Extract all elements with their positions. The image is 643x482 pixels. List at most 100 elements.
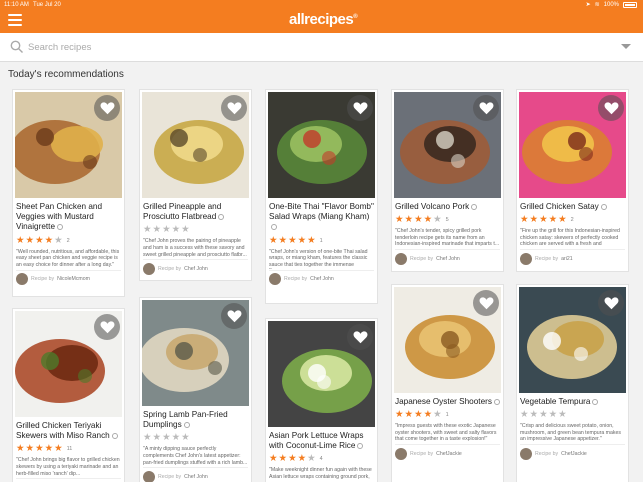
- recipe-card[interactable]: Grilled Chicken Satay ★ ★ ★ ★ ★ 2 "Fire up th…: [516, 89, 629, 272]
- star-icon: ★: [16, 443, 25, 455]
- photo-count-icon: [592, 398, 599, 405]
- photo-count-icon: [218, 214, 225, 221]
- avatar: [395, 447, 407, 460]
- star-icon: ★: [423, 409, 433, 421]
- rating-stars: ★ ★ ★ ★ ★: [143, 225, 190, 235]
- star-icon: ★: [162, 432, 171, 444]
- recipe-card[interactable]: Grilled Chicken Teriyaki Skewers with Mi…: [12, 308, 125, 482]
- recipe-byline[interactable]: Recipe by ChefJackie: [520, 444, 625, 460]
- author-name: Chef John: [436, 255, 460, 262]
- star-icon: ★: [558, 409, 567, 421]
- favorite-button[interactable]: [221, 95, 247, 121]
- menu-button[interactable]: [8, 14, 22, 26]
- heart-icon: [479, 297, 493, 310]
- photo-count-icon: [471, 203, 478, 210]
- author-name: Chef John: [310, 276, 334, 283]
- rating-stars: ★ ★ ★ ★ ★: [143, 433, 190, 443]
- recipe-card[interactable]: Grilled Pineapple and Prosciutto Flatbre…: [139, 89, 252, 281]
- search-input[interactable]: [28, 39, 588, 56]
- author-name: ChefJackie: [561, 450, 587, 457]
- star-icon: ★: [520, 214, 529, 226]
- favorite-button[interactable]: [598, 290, 624, 316]
- recipe-card[interactable]: Spring Lamb Pan-Fried Dumplings ★ ★ ★ ★ ★ "A…: [139, 297, 252, 482]
- favorite-button[interactable]: [94, 314, 120, 340]
- recipe-card[interactable]: One-Bite Thai "Flavor Bomb" Salad Wraps …: [265, 89, 378, 304]
- recipe-card[interactable]: Vegetable Tempura ★ ★ ★ ★ ★ "Crisp and delic…: [516, 284, 629, 482]
- star-icon: ★: [297, 234, 307, 246]
- star-icon: ★: [54, 234, 63, 246]
- recipe-title[interactable]: Grilled Chicken Satay: [520, 202, 625, 212]
- star-icon: ★: [181, 224, 190, 236]
- recipe-byline[interactable]: Recipe by Chef John: [395, 249, 500, 265]
- recipe-card[interactable]: Grilled Volcano Pork ★ ★ ★ ★ ★ 5 "Chef John's…: [391, 89, 504, 272]
- favorite-button[interactable]: [221, 303, 247, 329]
- recipe-byline[interactable]: Recipe by ari21: [520, 249, 625, 265]
- recipe-title[interactable]: Vegetable Tempura: [520, 397, 625, 407]
- location-icon: ➤: [585, 2, 591, 8]
- recipe-description: "Make weeknight dinner fun again with th…: [269, 467, 372, 480]
- recipe-title[interactable]: One-Bite Thai "Flavor Bomb" Salad Wraps …: [269, 202, 374, 233]
- star-icon: ★: [152, 224, 162, 236]
- recipe-title[interactable]: Spring Lamb Pan-Fried Dumplings: [143, 410, 248, 430]
- recipe-title[interactable]: Asian Pork Lettuce Wraps with Coconut-Li…: [269, 431, 374, 451]
- star-icon: ★: [307, 453, 316, 465]
- favorite-button[interactable]: [473, 290, 499, 316]
- chevron-down-icon[interactable]: [621, 44, 631, 49]
- recipe-card[interactable]: Asian Pork Lettuce Wraps with Coconut-Li…: [265, 318, 378, 482]
- favorite-button[interactable]: [598, 95, 624, 121]
- recipe-byline[interactable]: Recipe by ChefJackie: [395, 444, 500, 460]
- recipe-card[interactable]: Sheet Pan Chicken and Veggies with Musta…: [12, 89, 125, 297]
- byline-prefix: Recipe by: [158, 473, 182, 480]
- recipe-title[interactable]: Grilled Pineapple and Prosciutto Flatbre…: [143, 202, 248, 222]
- star-icon: ★: [414, 409, 423, 421]
- star-icon: ★: [16, 234, 25, 246]
- author-name: Chef John: [184, 265, 208, 272]
- favorite-button[interactable]: [473, 95, 499, 121]
- byline-prefix: Recipe by: [31, 276, 55, 283]
- search-icon: [10, 40, 23, 53]
- star-icon: ★: [25, 234, 35, 246]
- rating-count: 11: [66, 446, 73, 453]
- recipe-byline[interactable]: Recipe by Chef John: [143, 259, 248, 275]
- star-icon: ★: [143, 432, 152, 444]
- favorite-button[interactable]: [94, 95, 120, 121]
- recipe-byline[interactable]: Recipe by Chef John: [143, 467, 248, 482]
- star-icon: ★: [25, 443, 35, 455]
- favorite-button[interactable]: [347, 95, 373, 121]
- avatar: [16, 273, 28, 286]
- avatar: [520, 252, 532, 265]
- recipe-description: "Fire up the grill for this Indonesian-i…: [520, 228, 620, 248]
- avatar: [520, 447, 532, 460]
- rating-stars: ★ ★ ★ ★ ★: [520, 410, 567, 420]
- heart-icon: [227, 102, 241, 115]
- status-date: Tue Jul 20: [33, 2, 61, 8]
- recipe-title[interactable]: Sheet Pan Chicken and Veggies with Musta…: [16, 202, 121, 233]
- recipe-title[interactable]: Japanese Oyster Shooters: [395, 397, 500, 407]
- search-bar: [0, 33, 643, 62]
- avatar: [395, 252, 407, 265]
- favorite-button[interactable]: [347, 324, 373, 350]
- rating-stars: ★ ★ ★ ★ ★ 4: [269, 454, 323, 464]
- star-icon: ★: [181, 432, 190, 444]
- recipe-card[interactable]: Japanese Oyster Shooters ★ ★ ★ ★ ★ 1 "Impress…: [391, 284, 504, 482]
- byline-prefix: Recipe by: [410, 450, 434, 457]
- recipe-byline[interactable]: Recipe by Chef John: [16, 478, 121, 482]
- recipe-description: "Chef John brings big flavor to grilled …: [16, 457, 120, 477]
- heart-icon: [604, 102, 618, 115]
- author-name: ari21: [561, 255, 573, 262]
- heart-icon: [353, 102, 367, 115]
- app-logo: allrecipes®: [289, 11, 358, 28]
- author-name: Chef John: [184, 473, 208, 480]
- recipe-byline[interactable]: Recipe by Chef John: [269, 269, 374, 286]
- star-icon: ★: [35, 443, 44, 455]
- rating-count: 2: [66, 237, 70, 244]
- status-time: 11:10 AM: [4, 2, 29, 8]
- star-icon: ★: [423, 214, 433, 226]
- recipe-title[interactable]: Grilled Chicken Teriyaki Skewers with Mi…: [16, 421, 121, 441]
- heart-icon: [479, 102, 493, 115]
- star-icon: ★: [548, 409, 558, 421]
- star-icon: ★: [433, 214, 442, 226]
- recipe-description: "A minty dipping sauce perfectly complem…: [143, 446, 248, 466]
- recipe-byline[interactable]: Recipe by NicoleMcmom: [16, 269, 121, 286]
- recipe-title[interactable]: Grilled Volcano Pork: [395, 202, 500, 212]
